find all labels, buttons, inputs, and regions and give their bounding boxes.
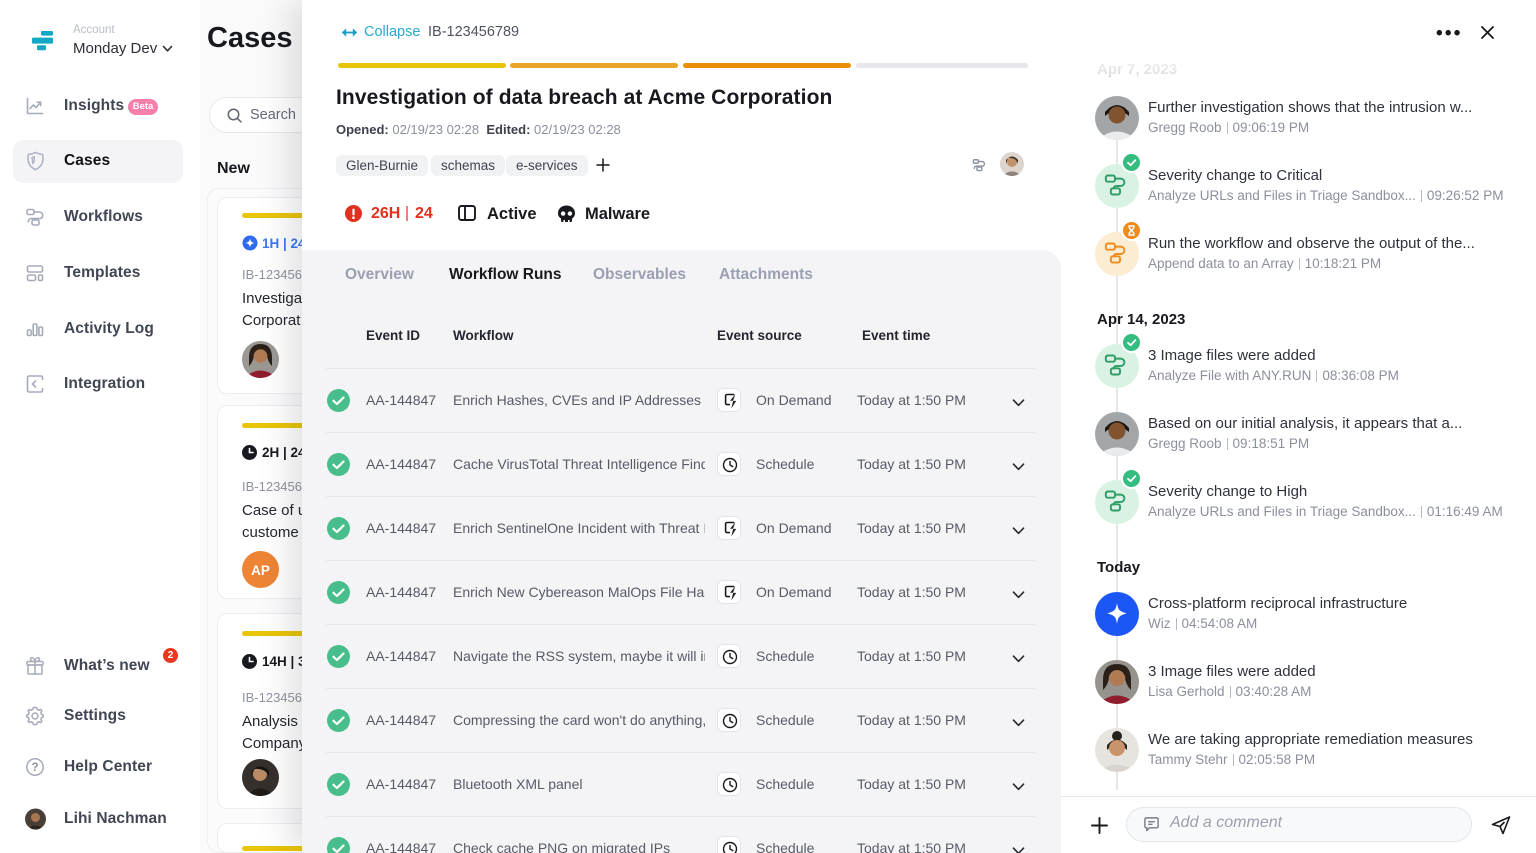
svg-text:AP: AP (251, 563, 270, 578)
svg-text:?: ? (31, 762, 38, 774)
